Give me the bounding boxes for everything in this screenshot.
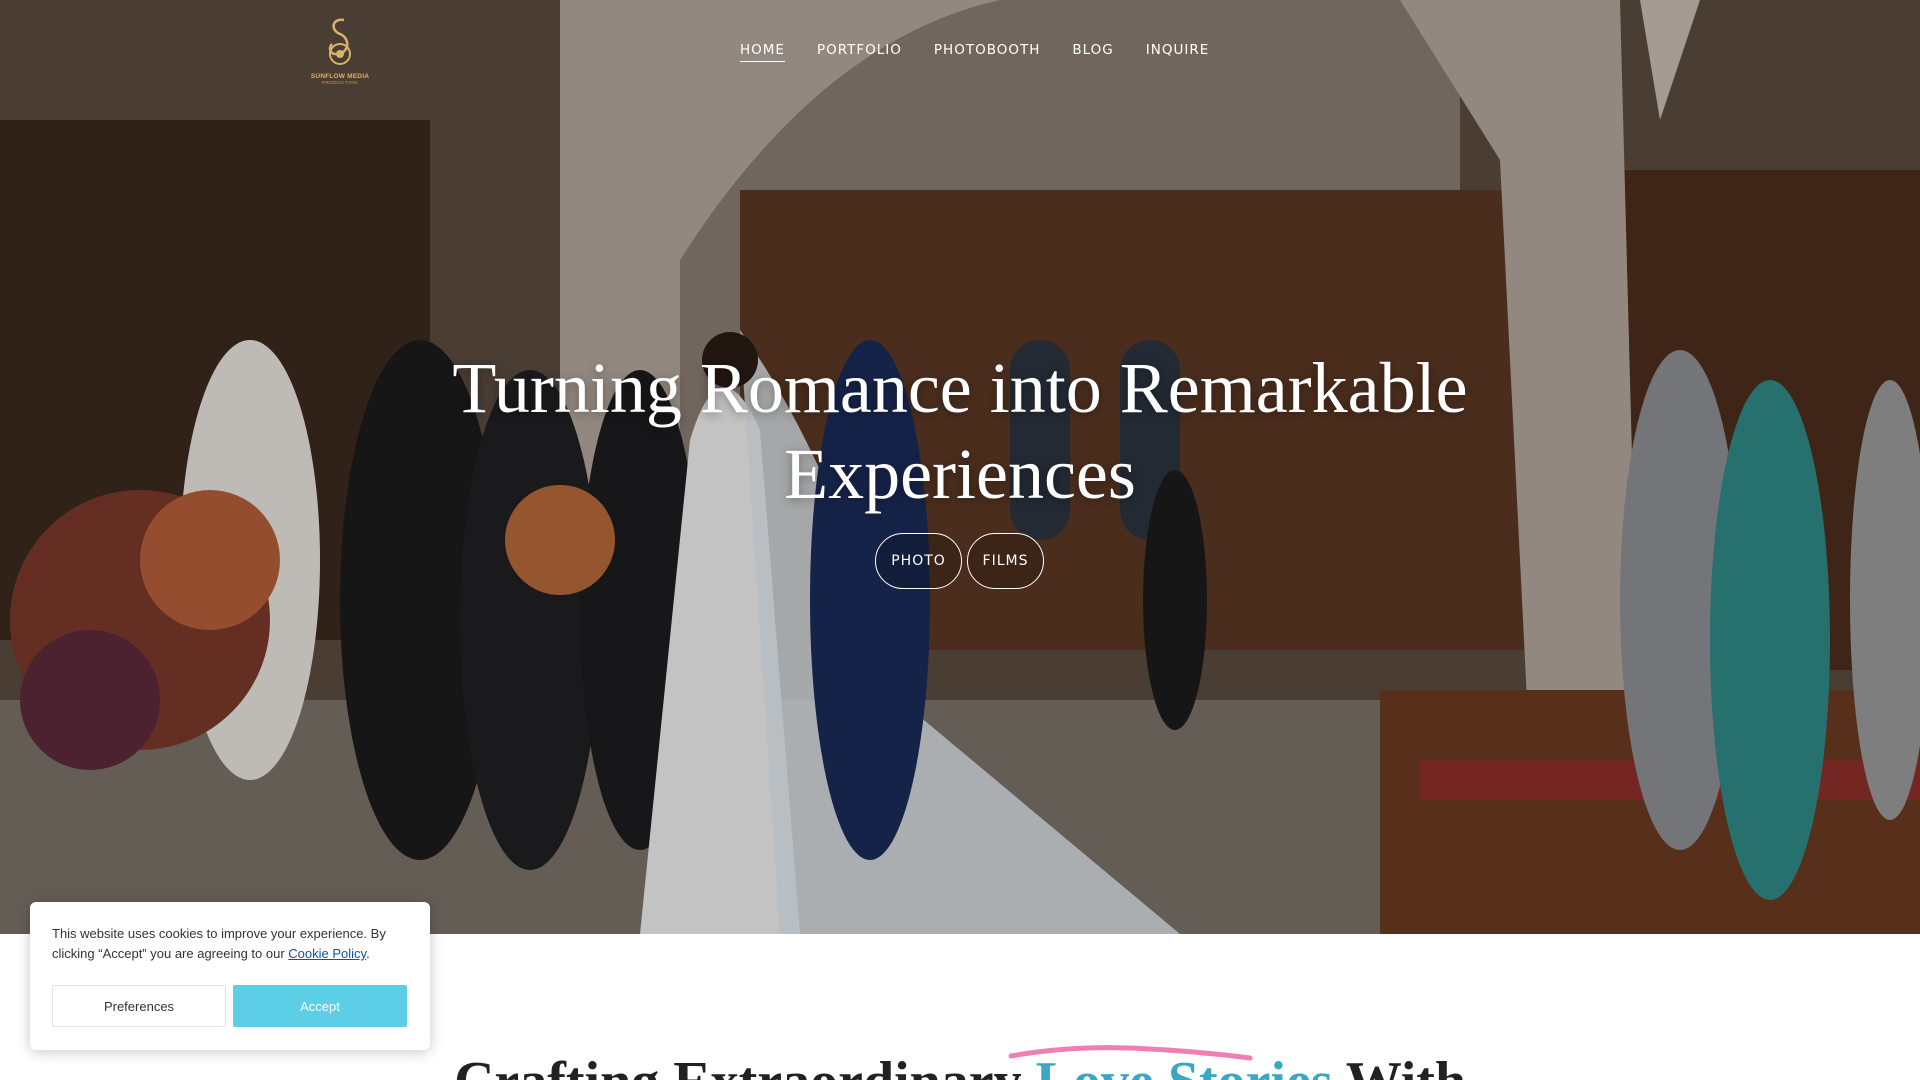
films-button[interactable]: FILMS — [967, 533, 1044, 589]
cookie-buttons: Preferences Accept — [52, 985, 407, 1027]
hero-buttons: PHOTO FILMS — [875, 533, 1044, 589]
cookie-banner: This website uses cookies to improve you… — [30, 902, 430, 1050]
main-nav: HOME PORTFOLIO PHOTOBOOTH BLOG INQUIRE — [740, 42, 1209, 62]
nav-item-home[interactable]: HOME — [740, 42, 785, 62]
section-heading-accent: Love Stories — [1036, 1051, 1333, 1080]
logo-subtext: PRODUCTION — [321, 80, 359, 85]
section-heading: Crafting Extraordinary Love Stories With — [0, 1050, 1920, 1080]
nav-item-inquire[interactable]: INQUIRE — [1146, 42, 1209, 62]
hero-title-line2: Experiences — [784, 434, 1136, 514]
nav-item-blog[interactable]: BLOG — [1072, 42, 1113, 62]
hero-title-line1: Turning Romance into Remarkable — [452, 348, 1468, 428]
cookie-policy-link[interactable]: Cookie Policy — [288, 946, 366, 961]
section-heading-after: With — [1333, 1051, 1466, 1080]
hero-title: Turning Romance into Remarkable Experien… — [360, 345, 1560, 517]
cookie-text-end: . — [366, 946, 370, 961]
nav-item-photobooth[interactable]: PHOTOBOOTH — [934, 42, 1040, 62]
site-logo[interactable]: SUNFLOW MEDIA PRODUCTION — [306, 14, 374, 90]
photo-button[interactable]: PHOTO — [875, 533, 962, 589]
cookie-message: This website uses cookies to improve you… — [52, 924, 402, 964]
logo-text: SUNFLOW MEDIA — [310, 73, 370, 80]
nav-item-portfolio[interactable]: PORTFOLIO — [817, 42, 902, 62]
hero-section: SUNFLOW MEDIA PRODUCTION HOME PORTFOLIO … — [0, 0, 1920, 934]
preferences-button[interactable]: Preferences — [52, 985, 226, 1027]
accept-button[interactable]: Accept — [233, 985, 407, 1027]
section-heading-before: Crafting Extraordinary — [454, 1051, 1036, 1080]
logo-emblem-icon — [328, 18, 351, 65]
